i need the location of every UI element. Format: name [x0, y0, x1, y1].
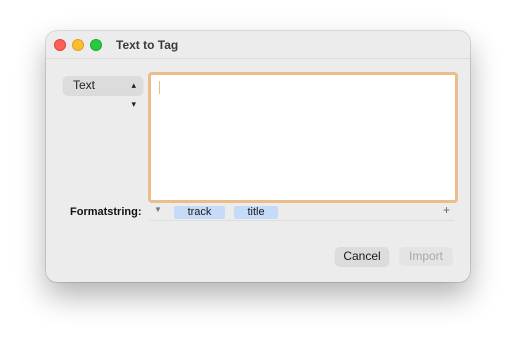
close-window-button[interactable]: [54, 39, 66, 51]
cancel-button[interactable]: Cancel: [335, 247, 389, 266]
source-type-popup[interactable]: Text ▴ ▾: [63, 76, 143, 109]
token-title[interactable]: title: [234, 206, 278, 219]
chevron-up-down-icon: ▴ ▾: [131, 80, 136, 109]
token-track[interactable]: track: [174, 206, 225, 219]
text-caret: [159, 81, 160, 94]
window-title: Text to Tag: [116, 38, 179, 52]
minimize-window-button[interactable]: [72, 39, 84, 51]
plus-icon[interactable]: +: [443, 203, 450, 217]
text-to-tag-window: Text to Tag Text ▴ ▾ Formatstring: ▼ trac…: [46, 31, 470, 282]
formatstring-token-field[interactable]: ▼ track title +: [149, 203, 454, 221]
formatstring-label: Formatstring:: [70, 206, 142, 218]
source-type-label: Text: [73, 78, 96, 92]
title-bar[interactable]: Text to Tag: [46, 31, 470, 59]
triangle-down-icon[interactable]: ▼: [154, 205, 162, 214]
import-button[interactable]: Import: [399, 247, 453, 266]
zoom-window-button[interactable]: [90, 39, 102, 51]
source-text-area[interactable]: [148, 72, 458, 203]
